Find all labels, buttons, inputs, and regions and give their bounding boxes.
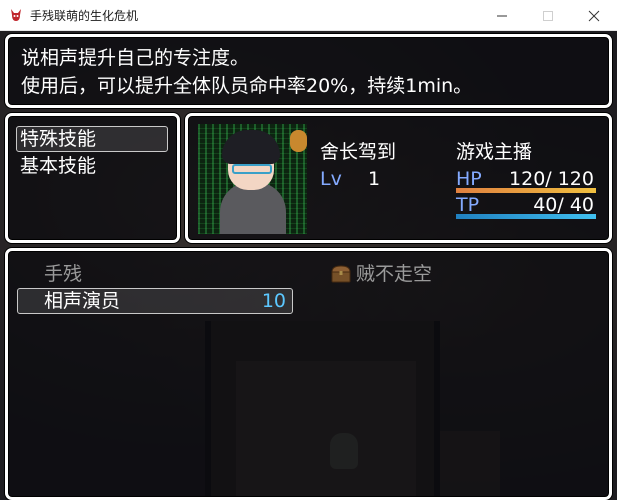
tp-value: 40/ 40 — [533, 194, 594, 216]
window-titlebar: 手残联萌的生化危机 — [0, 0, 617, 31]
actor-name: 舍长驾到 — [320, 141, 397, 163]
skill-type-basic[interactable]: 基本技能 — [20, 153, 96, 179]
help-text-line1: 说相声提升自己的专注度。 — [21, 47, 250, 69]
level-value: 1 — [368, 168, 381, 190]
skill-type-window: 特殊技能 基本技能 — [5, 113, 180, 243]
window-title: 手残联萌的生化危机 — [30, 8, 139, 23]
minimize-button[interactable] — [479, 0, 525, 31]
actor-portrait — [198, 124, 307, 234]
tp-label: TP — [456, 194, 480, 216]
actor-class: 游戏主播 — [456, 141, 533, 163]
level-label: Lv — [320, 168, 342, 190]
skill-list-window: 手残 贼不走空 相声演员 10 — [5, 248, 612, 500]
portrait-glasses — [232, 164, 272, 174]
window-controls — [479, 0, 617, 31]
hp-value: 120/ 120 — [509, 168, 594, 190]
maximize-button[interactable] — [525, 0, 571, 31]
skill-cost: 10 — [261, 290, 286, 312]
help-text-line2: 使用后，可以提升全体队员命中率20%，持续1min。 — [21, 75, 473, 97]
skill-category-label: 手残 — [44, 263, 83, 285]
close-button[interactable] — [571, 0, 617, 31]
skill-item-comedian[interactable]: 相声演员 — [44, 288, 120, 314]
treasure-chest-icon — [330, 263, 352, 285]
skill-item-thief[interactable]: 贼不走空 — [356, 261, 432, 287]
portrait-hair — [222, 130, 280, 164]
portrait-side-character — [290, 130, 307, 152]
game-scene: 说相声提升自己的专注度。 使用后，可以提升全体队员命中率20%，持续1min。 … — [0, 31, 617, 500]
skill-type-special[interactable]: 特殊技能 — [20, 126, 96, 152]
demon-app-icon — [8, 7, 24, 23]
actor-status-window: 舍长驾到 游戏主播 Lv 1 HP 120/ 120 TP 40/ 40 — [185, 113, 612, 243]
hp-label: HP — [456, 168, 482, 190]
help-window: 说相声提升自己的专注度。 使用后，可以提升全体队员命中率20%，持续1min。 — [5, 34, 612, 108]
